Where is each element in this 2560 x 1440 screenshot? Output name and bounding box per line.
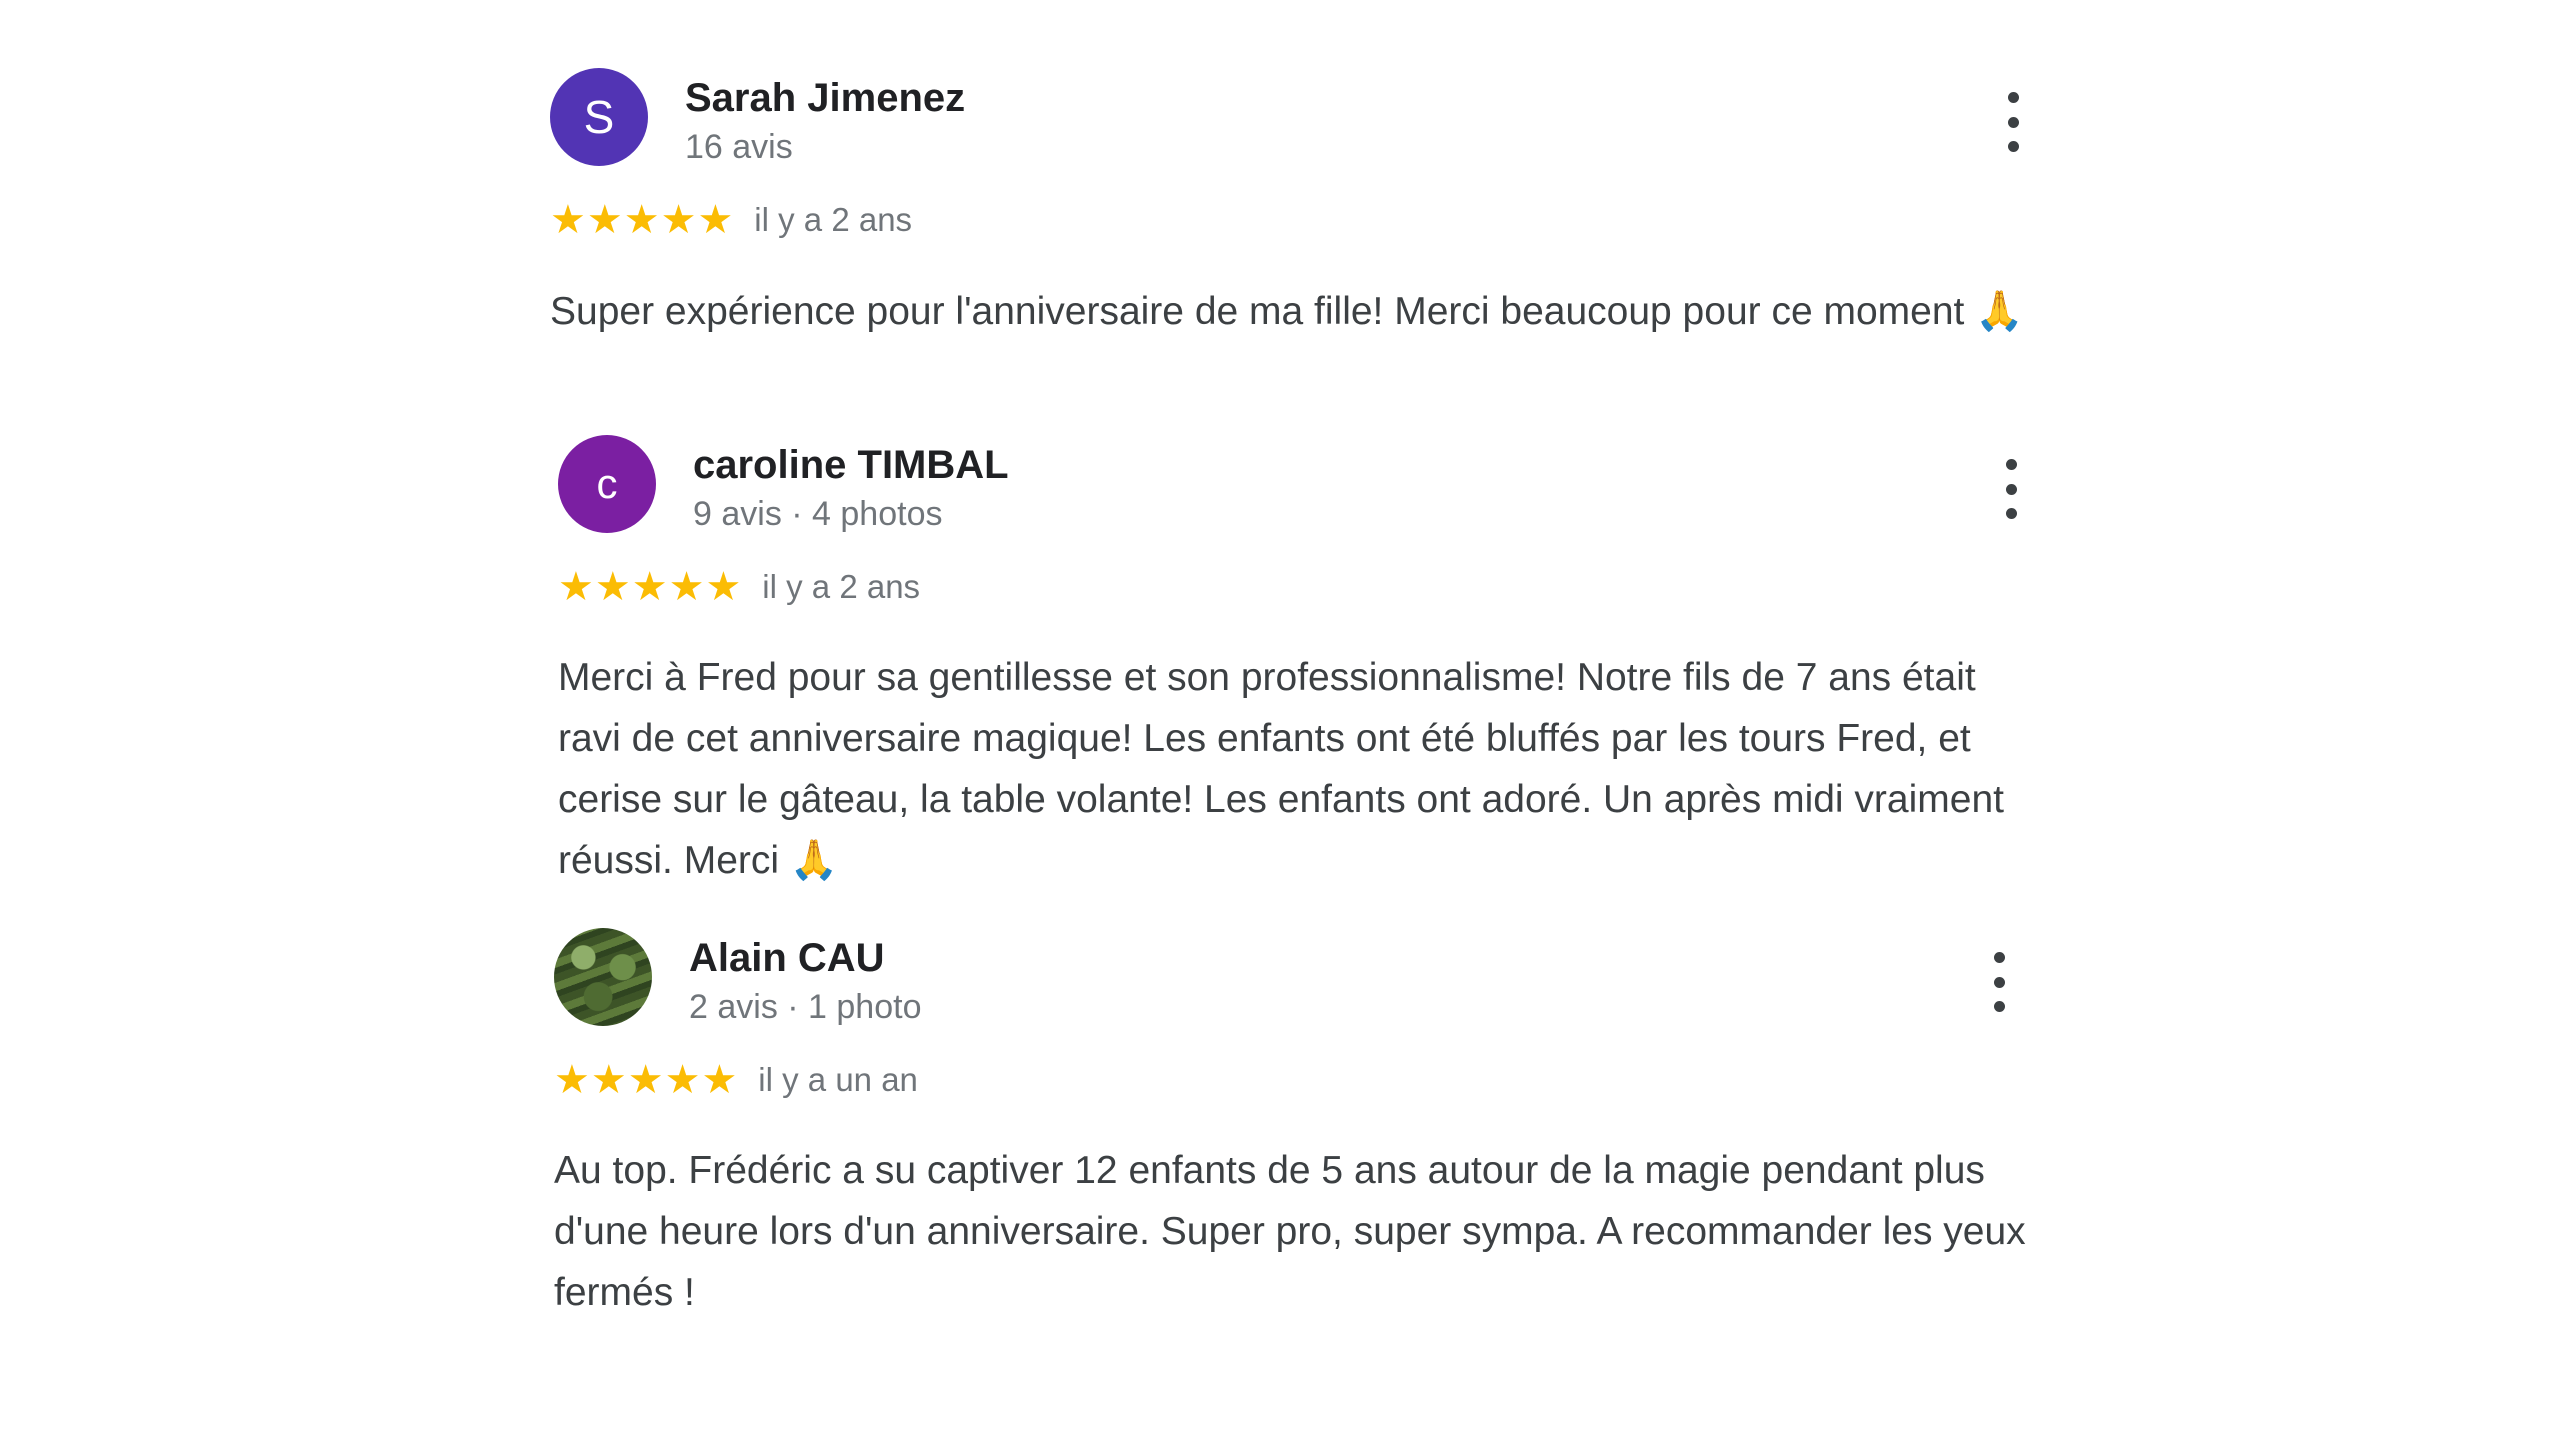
review-header: S Sarah Jimenez 16 avis: [550, 68, 2050, 168]
review-header: Alain CAU 2 avis · 1 photo: [554, 928, 2054, 1028]
rating-row: ★★★★★ il y a 2 ans: [558, 567, 920, 607]
star-rating-icon: ★★★★★: [550, 197, 735, 243]
praying-hands-icon: 🙏: [789, 838, 839, 883]
review-body: Au top. Frédéric a su captiver 12 enfant…: [554, 1149, 2026, 1314]
review-card: Alain CAU 2 avis · 1 photo ★★★★★ il y a …: [554, 928, 2054, 1314]
praying-hands-icon: 🙏: [1975, 289, 2024, 334]
review-header: c caroline TIMBAL 9 avis · 4 photos: [558, 435, 2058, 535]
star-rating-icon: ★★★★★: [558, 564, 743, 610]
avatar[interactable]: S: [550, 68, 648, 166]
avatar[interactable]: [554, 928, 652, 1026]
rating-row: ★★★★★ il y a 2 ans: [550, 200, 912, 240]
review-card: c caroline TIMBAL 9 avis · 4 photos ★★★★…: [558, 435, 2058, 883]
review-card: S Sarah Jimenez 16 avis ★★★★★ il y a 2 a…: [550, 68, 2050, 334]
avatar[interactable]: c: [558, 435, 656, 533]
reviewer-name[interactable]: caroline TIMBAL: [693, 443, 1009, 488]
review-text: Super expérience pour l'anniversaire de …: [550, 281, 2050, 342]
reviewer-meta: 2 avis · 1 photo: [689, 988, 922, 1026]
review-body: Merci à Fred pour sa gentillesse et son …: [558, 656, 2004, 882]
avatar-letter: c: [596, 460, 618, 507]
star-rating-icon: ★★★★★: [554, 1057, 739, 1103]
reviewer-meta: 16 avis: [685, 128, 793, 166]
review-date: il y a 2 ans: [754, 201, 913, 238]
reviewer-name[interactable]: Alain CAU: [689, 936, 885, 981]
review-text: Merci à Fred pour sa gentillesse et son …: [558, 647, 2043, 891]
more-options-icon[interactable]: [1996, 459, 2026, 519]
review-text: Au top. Frédéric a su captiver 12 enfant…: [554, 1140, 2044, 1323]
review-body: Super expérience pour l'anniversaire de …: [550, 290, 1965, 333]
reviewer-meta: 9 avis · 4 photos: [693, 495, 943, 533]
rating-row: ★★★★★ il y a un an: [554, 1060, 918, 1100]
avatar-letter: S: [583, 91, 615, 143]
reviewer-name[interactable]: Sarah Jimenez: [685, 76, 965, 121]
review-date: il y a un an: [758, 1061, 918, 1098]
more-options-icon[interactable]: [1998, 92, 2028, 152]
more-options-icon[interactable]: [1984, 952, 2014, 1012]
review-date: il y a 2 ans: [762, 568, 921, 605]
